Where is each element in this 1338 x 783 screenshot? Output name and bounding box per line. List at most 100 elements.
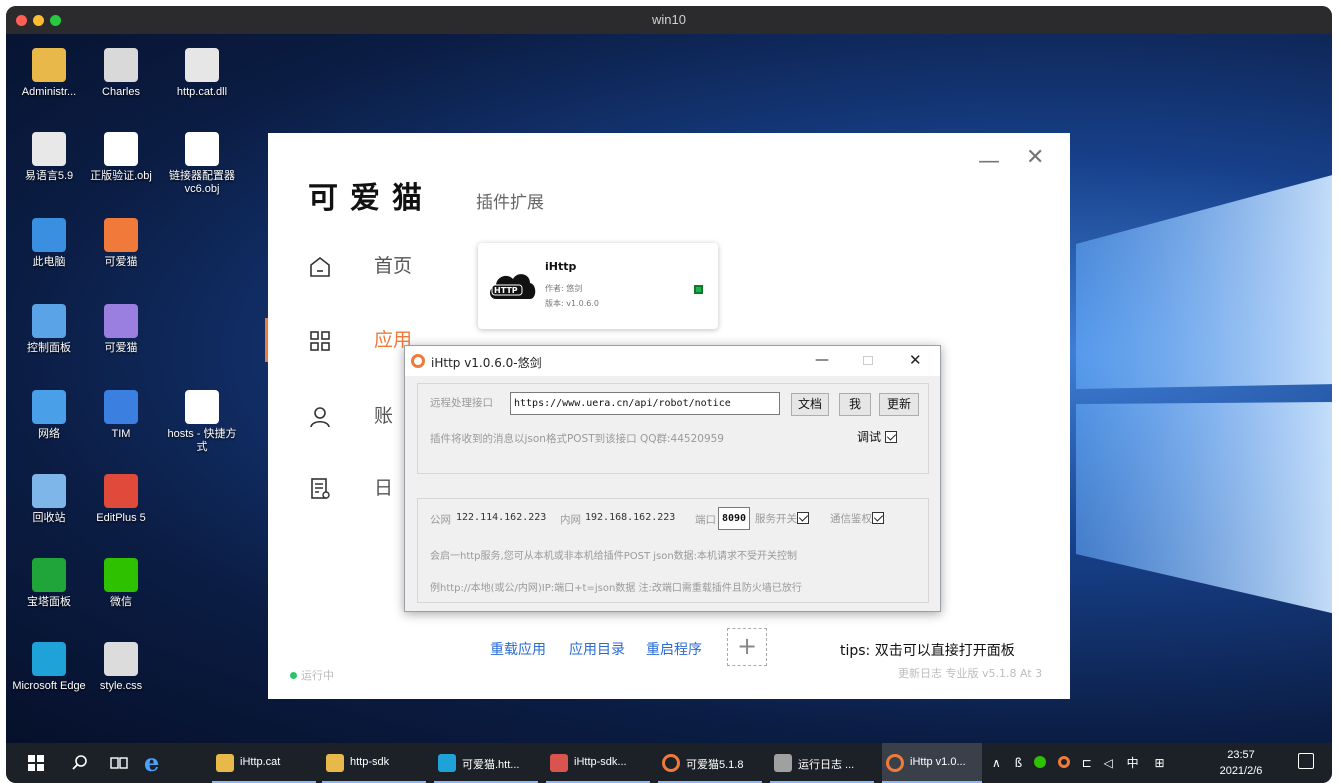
vm-titlebar: win10 [6,6,1332,34]
minimize-icon[interactable]: — [978,149,1000,174]
dialog-minimize-icon[interactable]: — [815,352,829,368]
windows-start-icon[interactable] [28,755,44,771]
public-ip-value: 122.114.162.223 [456,512,547,523]
nav-label: 首页 [374,255,413,277]
dialog-close-icon[interactable]: ✕ [909,351,922,369]
desktop-icon[interactable]: TIM [83,390,159,441]
service-switch-toggle[interactable]: 服务开关 [755,511,809,526]
dialog-maximize-icon[interactable] [863,356,873,365]
plugin-card-ihttp[interactable]: HTTP iHttp 作者: 悠剑 版本: v1.0.6.0 [478,243,718,329]
plugin-name: iHttp [545,260,577,273]
desktop-icon-label: 易语言5.9 [24,170,74,182]
wechat-icon [104,558,138,592]
desktop: Administr... Charles http.cat.dll 易语言5.9 正版验… [6,34,1332,743]
clock[interactable]: 23:57 2021/2/6 [1206,747,1276,779]
desktop-icon[interactable]: 链接器配置器vc6.obj [164,132,240,196]
recycle-bin-icon [32,474,66,508]
desktop-icon[interactable]: 此电脑 [11,218,87,269]
desktop-icon[interactable]: 可爱猫 [83,218,159,269]
remote-url-input[interactable]: https://www.uera.cn/api/robot/notice [510,392,780,415]
desktop-icon[interactable]: http.cat.dll [164,48,240,99]
restart-link[interactable]: 重启程序 [646,639,702,659]
status-text: 运行中 [301,669,334,682]
log-window-icon [774,754,792,772]
search-icon[interactable] [72,755,88,771]
clock-time: 23:57 [1227,749,1255,761]
taskbar-app-button[interactable]: 运行日志 ... [770,743,874,783]
update-button[interactable]: 更新 [879,393,919,416]
desktop-icon[interactable]: 控制面板 [11,304,87,355]
taskbar-app-button[interactable]: http-sdk [322,743,426,783]
folder-icon [326,754,344,772]
desktop-icon[interactable]: EditPlus 5 [83,474,159,525]
volume-icon[interactable]: ◁ [1104,756,1113,770]
dialog-titlebar: iHttp v1.0.6.0-悠剑 — ✕ [405,346,940,376]
desktop-icon-label: 控制面板 [27,342,71,354]
ie-icon[interactable]: e [144,748,159,777]
me-button[interactable]: 我 [839,393,871,416]
taskbar-app-button[interactable]: 可爱猫.htt... [434,743,538,783]
server-row: 公网 122.114.162.223 内网 192.168.162.223 端口… [430,507,920,531]
doc-button[interactable]: 文档 [791,393,829,416]
desktop-icon[interactable]: hosts - 快捷方式 [164,390,240,454]
desktop-icon-label: hosts - 快捷方式 [167,428,237,453]
network-tray-icon[interactable]: ⊏ [1082,756,1092,770]
keaimao-icon [886,754,904,772]
nav-label: 日 [374,477,394,499]
plugin-author: 作者: 悠剑 [545,284,583,293]
keaimao-tray-icon[interactable] [1057,756,1070,768]
desktop-icon[interactable]: 回收站 [11,474,87,525]
desktop-icon[interactable]: Administr... [11,48,87,99]
editplus-icon [104,474,138,508]
debug-toggle[interactable]: 调试 [857,428,897,445]
file-icon [185,132,219,166]
plugin-enabled-indicator[interactable] [694,285,703,294]
desktop-icon[interactable]: 网络 [11,390,87,441]
http-cloud-icon [490,274,536,299]
desktop-icon[interactable]: 宝塔面板 [11,558,87,609]
control-panel-icon [32,304,66,338]
close-icon[interactable]: ✕ [1026,145,1044,170]
desktop-icon[interactable]: style.css [83,642,159,693]
desktop-icon[interactable]: 微信 [83,558,159,609]
css-file-icon [104,642,138,676]
dll-file-icon [185,48,219,82]
apps-dir-link[interactable]: 应用目录 [569,639,625,659]
taskbar-app-button[interactable]: 可爱猫5.1.8 [658,743,762,783]
port-input[interactable]: 8090 [718,507,750,530]
add-plugin-button[interactable]: + [727,628,767,666]
version-info[interactable]: 更新日志 专业版 v5.1.8 At 3 [898,665,1042,681]
desktop-icon-label: 宝塔面板 [27,596,71,608]
debug-checkbox[interactable] [884,431,897,443]
desktop-icon[interactable]: 易语言5.9 [11,132,87,183]
taskbar-app-label: iHttp.cat [240,756,281,768]
desktop-icon-label: 微信 [110,596,132,608]
service-switch-checkbox[interactable] [797,512,809,524]
desktop-icon[interactable]: Charles [83,48,159,99]
file-icon [104,132,138,166]
notification-icon[interactable] [1298,753,1314,769]
comm-auth-toggle[interactable]: 通信鉴权 [830,511,884,526]
desktop-icon-label: TIM [111,428,131,440]
desktop-icon[interactable]: 可爱猫 [83,304,159,355]
desktop-icon[interactable]: 正版验证.obj [83,132,159,183]
comm-auth-checkbox[interactable] [872,512,884,524]
desktop-icon[interactable]: Microsoft Edge [11,642,87,693]
keyboard-icon[interactable]: ⊞ [1154,756,1164,770]
service-switch-label: 服务开关 [755,513,797,525]
taskbar-app-button[interactable]: iHttp v1.0... [882,743,982,783]
tray-app-icon[interactable]: ß [1015,756,1023,770]
tray-expand-icon[interactable]: ∧ [992,756,1001,770]
baota-icon [32,558,66,592]
remote-label: 远程处理接口 [430,397,493,409]
wechat-tray-icon[interactable] [1034,756,1047,768]
task-view-icon[interactable] [110,755,128,771]
log-icon [311,478,330,499]
taskbar-app-label: iHttp-sdk... [574,756,627,768]
desktop-icon-label: Microsoft Edge [12,680,86,692]
taskbar-app-button[interactable]: iHttp-sdk... [546,743,650,783]
plugin-version: 版本: v1.0.6.0 [545,299,599,308]
taskbar-app-button[interactable]: iHttp.cat [212,743,316,783]
ime-indicator[interactable]: 中 [1127,756,1139,770]
reload-apps-link[interactable]: 重载应用 [490,639,546,659]
